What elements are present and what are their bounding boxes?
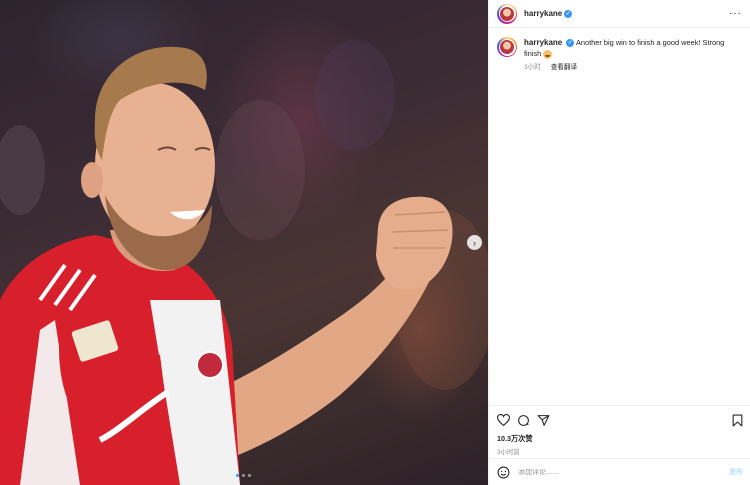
- caption-username[interactable]: harrykane: [524, 38, 562, 47]
- heart-icon[interactable]: [497, 414, 510, 426]
- post-details-panel: harrykane ✓ ··· harrykane ✓ Another big …: [488, 0, 750, 485]
- caption-avatar[interactable]: [497, 37, 517, 57]
- comment-icon[interactable]: [517, 414, 530, 427]
- likes-count[interactable]: 10.3万次赞: [497, 434, 743, 444]
- player-celebration-image: [0, 40, 488, 485]
- chevron-right-icon: ›: [473, 237, 476, 248]
- carousel-dot: [248, 474, 251, 477]
- caption: harrykane ✓ Another big win to finish a …: [489, 28, 750, 73]
- post-photo[interactable]: ›: [0, 0, 488, 485]
- next-photo-button[interactable]: ›: [467, 235, 482, 250]
- action-bar: 10.3万次赞 3小时前: [489, 405, 750, 456]
- see-translation-link[interactable]: 查看翻译: [551, 64, 577, 71]
- post-timestamp: 3小时前: [497, 449, 520, 456]
- comment-bar: 发布: [489, 458, 750, 485]
- username[interactable]: harrykane: [524, 9, 562, 18]
- post-comment-button[interactable]: 发布: [729, 467, 743, 477]
- smiling-face-emoji-icon: [543, 49, 553, 59]
- caption-timestamp: 3小时: [524, 64, 541, 71]
- carousel-dot: [242, 474, 245, 477]
- avatar[interactable]: [497, 3, 517, 24]
- carousel-indicator: [236, 474, 251, 477]
- verified-badge-icon: ✓: [564, 9, 573, 18]
- bookmark-icon[interactable]: [732, 414, 743, 427]
- post-header: harrykane ✓ ···: [489, 0, 750, 28]
- comment-input[interactable]: [518, 468, 708, 476]
- more-options-icon[interactable]: ···: [729, 8, 742, 19]
- carousel-dot: [236, 474, 239, 477]
- verified-badge-icon: ✓: [566, 39, 575, 48]
- send-icon[interactable]: [537, 414, 550, 427]
- smiley-icon[interactable]: [497, 466, 510, 479]
